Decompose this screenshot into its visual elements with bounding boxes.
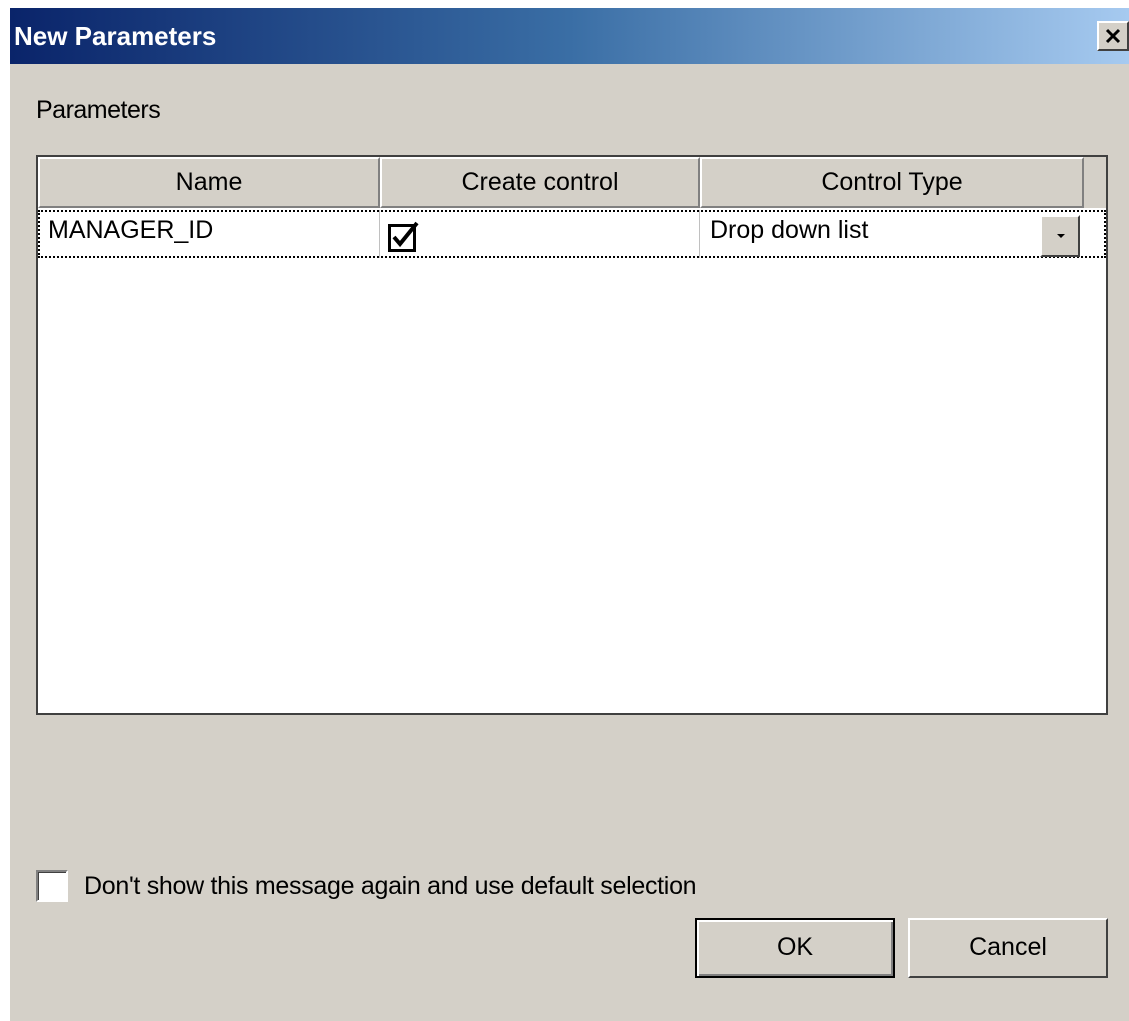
parameter-name-cell[interactable]: MANAGER_ID [38, 210, 380, 258]
column-header-name[interactable]: Name [38, 157, 380, 208]
table-row[interactable]: MANAGER_ID Drop down list [38, 210, 1106, 258]
close-icon [1105, 28, 1121, 44]
chevron-down-icon [1057, 234, 1065, 238]
cancel-button[interactable]: Cancel [908, 918, 1108, 978]
close-button[interactable] [1097, 21, 1129, 51]
create-control-checkbox[interactable] [388, 220, 420, 252]
title-bar[interactable]: New Parameters [10, 8, 1129, 64]
parameters-label: Parameters [36, 96, 161, 124]
column-header-control-type[interactable]: Control Type [700, 157, 1084, 208]
control-type-value: Drop down list [710, 216, 869, 244]
new-parameters-dialog: New Parameters Parameters Name Create co… [10, 8, 1129, 1021]
control-type-dropdown-button[interactable] [1040, 215, 1080, 257]
control-type-cell[interactable]: Drop down list [700, 210, 1106, 258]
ok-button[interactable]: OK [695, 918, 895, 978]
dialog-title: New Parameters [14, 21, 217, 51]
column-header-create-control[interactable]: Create control [380, 157, 700, 208]
parameters-grid: Name Create control Control Type MANAGER… [36, 155, 1108, 715]
dont-show-again-checkbox[interactable] [36, 870, 68, 902]
create-control-cell[interactable] [380, 210, 700, 258]
grid-header-filler [1084, 157, 1106, 208]
grid-header: Name Create control Control Type [38, 157, 1084, 208]
dont-show-again-label[interactable]: Don't show this message again and use de… [84, 870, 697, 902]
